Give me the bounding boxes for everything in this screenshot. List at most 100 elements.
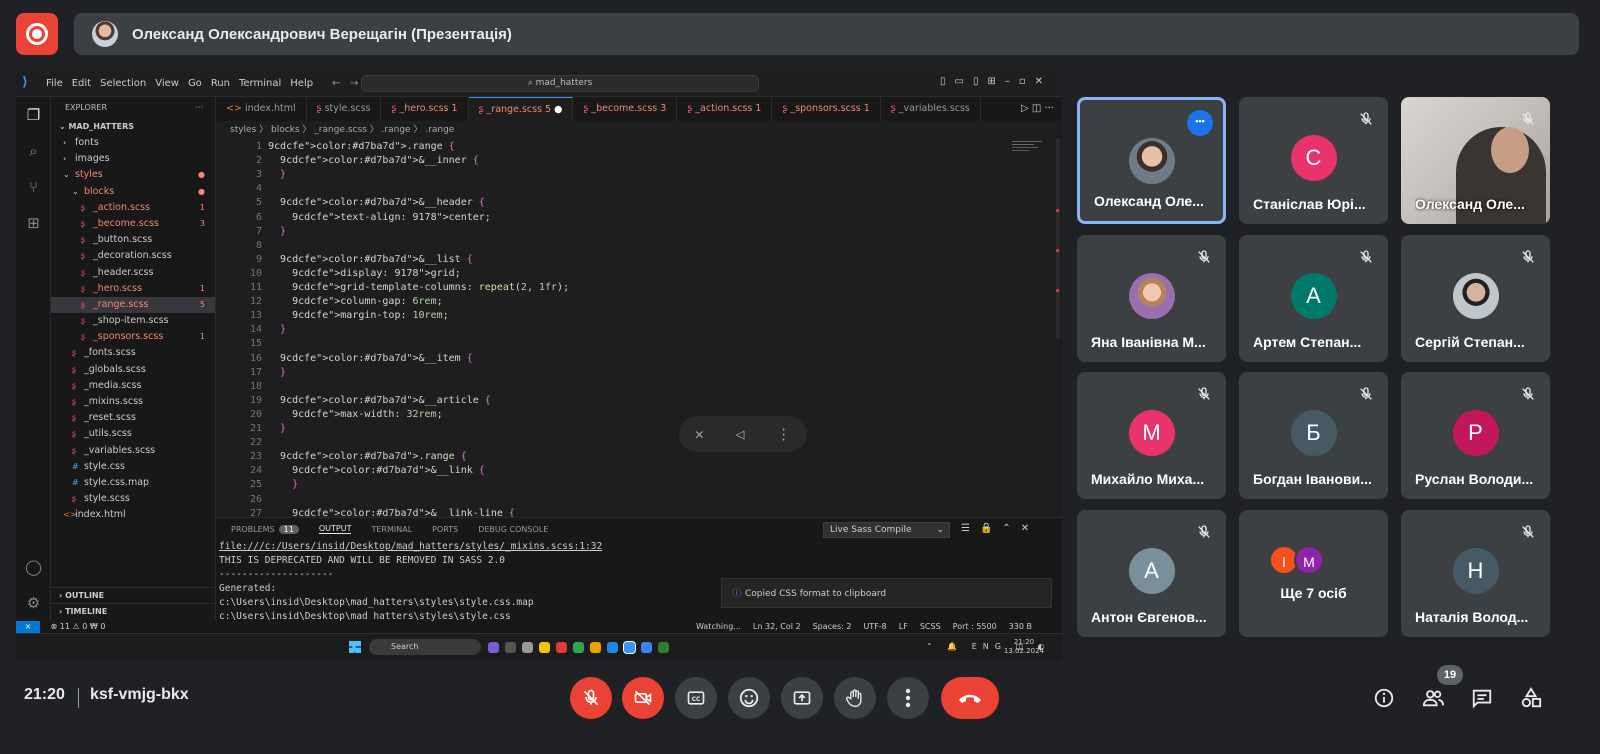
file-tree-item[interactable]: ʂ _shop-item.scss [51,313,215,329]
participant-avatar [1452,273,1499,319]
participant-count-badge: 19 [1437,665,1463,685]
leave-call-button[interactable] [941,677,999,719]
participant-tile[interactable]: Олександ Оле... [1401,97,1550,224]
meeting-info-button[interactable] [1371,685,1397,711]
mic-off-icon [1360,387,1372,400]
participant-tile[interactable]: Р Руслан Володи... [1401,372,1550,499]
more-vert-icon [905,688,911,708]
participant-tile[interactable]: А Антон Євгенов... [1077,510,1226,637]
mic-off-icon [1522,112,1534,125]
file-tree-item[interactable]: ʂ _hero.scss 1 [51,281,215,297]
editor-tab[interactable]: ʂ _become.scss 3 [573,97,678,121]
participant-name: Руслан Володи... [1415,471,1534,487]
recording-indicator[interactable] [16,13,58,55]
line-number: 12 [249,296,262,308]
editor-tab[interactable]: <> index.html [216,97,307,121]
file-name: index.html [75,509,126,521]
file-tree-item[interactable]: › images [51,151,215,167]
file-tree-item[interactable]: ʂ _reset.scss [51,410,215,426]
file-tree-item[interactable]: ʂ _utils.scss [51,426,215,442]
file-tree-item[interactable]: ʂ _mixins.scss [51,394,215,410]
status-item[interactable]: Port : 5500 [953,622,997,631]
file-tree-item[interactable]: ʂ _media.scss [51,378,215,394]
file-tree-item[interactable]: ʂ style.scss [51,491,215,507]
status-item[interactable]: 330 B [1009,622,1032,631]
participant-tile[interactable]: А Артем Степан... [1239,235,1388,362]
mic-off-button[interactable] [570,677,612,719]
menu-item[interactable]: Run [211,78,230,89]
editor-tab[interactable]: ʂ _range.scss 5 ● [468,97,574,121]
file-tree-item[interactable]: ʂ _button.scss [51,232,215,248]
editor-tab[interactable]: ʂ style.scss [307,97,382,121]
file-tree-item[interactable]: ʂ _globals.scss [51,362,215,378]
file-tree-item[interactable]: ʂ _action.scss 1 [51,200,215,216]
file-tree-item[interactable]: ʂ _decoration.scss [51,248,215,264]
windows-taskbar: Search ⌃ 🔔 ENG ◫ ◐ 21:20 13.02.2024 [16,633,1062,660]
file-tree-item[interactable]: ʂ _fonts.scss [51,345,215,361]
menu-item[interactable]: File [46,78,63,89]
activities-button[interactable] [1518,685,1544,711]
editor-tab[interactable]: ʂ _variables.scss [881,97,981,121]
line-number: 1 [255,141,262,152]
reactions-button[interactable] [728,677,770,719]
file-tree-item[interactable]: ʂ _become.scss 3 [51,216,215,232]
file-tree-item[interactable]: # style.css.map [51,475,215,491]
people-button[interactable] [1420,685,1446,711]
panel-tab[interactable]: PROBLEMS 11 [231,524,299,534]
status-item[interactable]: Spaces: 2 [813,622,852,631]
file-tree-item[interactable]: ⌄ styles ● [51,167,215,183]
present-button[interactable] [781,677,823,719]
more-options-button[interactable] [887,677,929,719]
panel-tab[interactable]: DEBUG CONSOLE [478,525,548,534]
raise-hand-button[interactable] [834,677,876,719]
meeting-code[interactable]: ksf-vmjg-bkx [90,686,189,704]
editor-tab[interactable]: ʂ _hero.scss 1 [381,97,469,121]
file-tree-item[interactable]: <>index.html [51,507,215,523]
line-number: 24 [249,465,262,477]
editor-tab[interactable]: ʂ _sponsors.scss 1 [772,97,881,121]
participant-tile[interactable]: Б Богдан Іванови... [1239,372,1388,499]
chat-button[interactable] [1469,685,1495,711]
editor-tab[interactable]: ʂ _action.scss 1 [677,97,773,121]
line-number: 3 [255,169,262,181]
file-name: _reset.scss [84,412,136,424]
participant-tile[interactable]: С Станіслав Юрі... [1239,97,1388,224]
menu-item[interactable]: Edit [72,78,91,89]
file-tree-item[interactable]: ʂ _range.scss 5 [51,296,215,314]
record-icon [26,23,48,45]
participant-tile[interactable]: ••• Олександ Оле... [1077,97,1226,224]
captions-button[interactable]: CC [675,677,717,719]
file-tree-item[interactable]: ʂ _variables.scss [51,443,215,459]
camera-off-button[interactable] [622,677,664,719]
panel-tab[interactable]: TERMINAL [371,525,412,534]
menu-item[interactable]: Go [188,78,202,89]
menu-item[interactable]: Selection [100,78,146,89]
participant-tile[interactable]: М Михайло Миха... [1077,372,1226,499]
participant-tile[interactable]: І М Ще 7 осіб [1239,510,1388,637]
participant-tile[interactable]: Н Наталія Волод... [1401,510,1550,637]
participant-tile[interactable]: Яна Іванівна М... [1077,235,1226,362]
participant-options-button[interactable]: ••• [1187,110,1213,136]
file-tree-item[interactable]: › fonts [51,135,215,151]
code-line: 9cdcfe">text-align: 9178">center; [292,211,491,223]
status-item[interactable]: UTF-8 [863,622,886,631]
status-item[interactable]: LF [899,622,908,631]
menu-item[interactable]: Terminal [239,78,281,89]
scss-file-icon: ʂ [81,332,86,342]
menu-item[interactable]: Help [290,78,313,89]
file-tree-item[interactable]: ʂ _header.scss [51,265,215,281]
tab-label: _hero.scss 1 [399,103,458,114]
tab-label: _become.scss 3 [591,103,667,114]
file-tree-item[interactable]: # style.css [51,459,215,475]
panel-tab[interactable]: PORTS [432,525,458,534]
file-tree-item[interactable]: ⌄ blocks ● [51,184,215,200]
participant-tile[interactable]: Сергій Степан... [1401,235,1550,362]
file-tree-item[interactable]: ʂ _sponsors.scss 1 [51,329,215,345]
status-item[interactable]: SCSS [920,622,941,631]
scss-file-icon: ʂ [81,299,86,309]
code-line: } [280,225,287,237]
panel-tab[interactable]: OUTPUT [318,524,352,534]
status-item[interactable]: Ln 32, Col 2 [753,622,801,631]
status-item[interactable]: Watching... [696,622,741,631]
menu-item[interactable]: View [155,78,179,89]
